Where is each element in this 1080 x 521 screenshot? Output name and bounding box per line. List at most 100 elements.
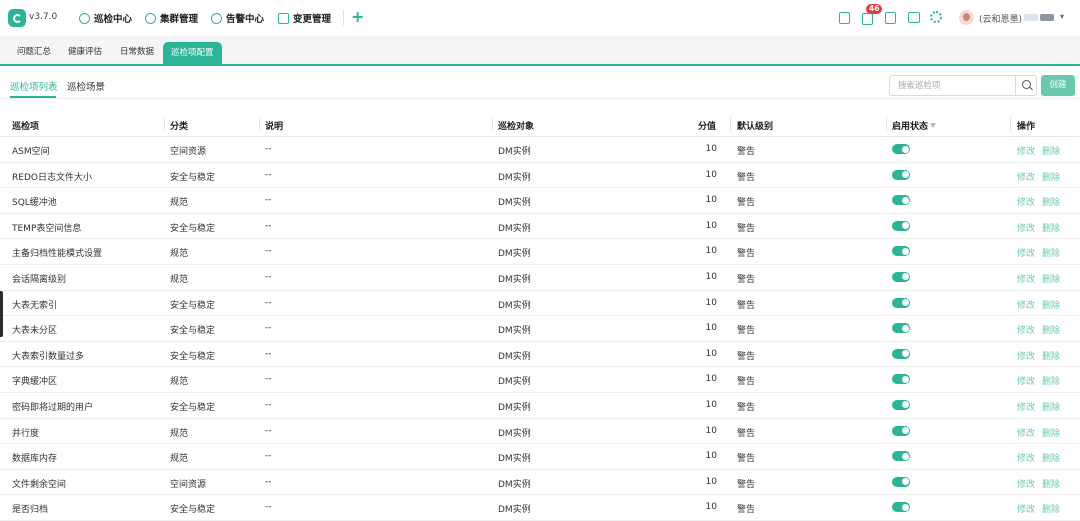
delete-link[interactable]: 删除 <box>1042 195 1060 208</box>
cell-level: 警告 <box>737 300 756 311</box>
edit-link[interactable]: 修改 <box>1017 170 1035 183</box>
enable-toggle[interactable] <box>892 169 910 180</box>
table-row: 会话隔离级别 规范 -- DM实例 10 警告 修改 删除 <box>0 265 1080 291</box>
cell-target: DM实例 <box>498 402 531 413</box>
enable-toggle[interactable] <box>892 502 910 513</box>
nav-label: 集群管理 <box>160 14 199 25</box>
gear-icon[interactable] <box>930 11 942 23</box>
delete-link[interactable]: 删除 <box>1042 323 1060 336</box>
edit-link[interactable]: 修改 <box>1017 349 1035 362</box>
tab-inspection-config[interactable]: 巡检项配置 <box>163 42 222 64</box>
side-drawer-handle[interactable] <box>0 291 3 337</box>
enable-toggle[interactable] <box>892 246 910 257</box>
edit-link[interactable]: 修改 <box>1017 195 1035 208</box>
table-row: ASM空间 空间资源 -- DM实例 10 警告 修改 删除 <box>0 137 1080 163</box>
edit-link[interactable]: 修改 <box>1017 298 1035 311</box>
monitor-icon[interactable] <box>908 12 920 23</box>
enable-toggle[interactable] <box>892 348 910 359</box>
cell-target: DM实例 <box>498 300 531 311</box>
edit-link[interactable]: 修改 <box>1017 374 1035 387</box>
create-button[interactable]: 创建 <box>1041 75 1075 96</box>
cell-target: DM实例 <box>498 454 531 465</box>
delete-link[interactable]: 删除 <box>1042 298 1060 311</box>
search-icon[interactable] <box>1015 76 1036 95</box>
col-header-item: 巡检项 <box>12 122 40 132</box>
search-input[interactable] <box>890 76 1016 95</box>
edit-link[interactable]: 修改 <box>1017 144 1035 157</box>
edit-link[interactable]: 修改 <box>1017 272 1035 285</box>
enable-toggle[interactable] <box>892 323 910 334</box>
delete-link[interactable]: 删除 <box>1042 374 1060 387</box>
enable-toggle[interactable] <box>892 297 910 308</box>
nav-inspection-center[interactable]: 巡检中心 <box>79 9 132 27</box>
cell-category: 安全与稳定 <box>170 223 216 234</box>
delete-link[interactable]: 删除 <box>1042 349 1060 362</box>
app-version: v3.7.0 <box>29 12 58 22</box>
edit-link[interactable]: 修改 <box>1017 451 1035 464</box>
delete-link[interactable]: 删除 <box>1042 451 1060 464</box>
delete-link[interactable]: 删除 <box>1042 477 1060 490</box>
alert-icon <box>211 12 222 24</box>
enable-toggle[interactable] <box>892 195 910 206</box>
add-nav-button[interactable]: + <box>351 7 364 27</box>
document-icon[interactable] <box>839 12 850 24</box>
cell-description: -- <box>265 169 272 180</box>
col-header-target: 巡检对象 <box>498 122 535 132</box>
user-name[interactable]: (云和恩墨) <box>979 12 1022 25</box>
app-logo-icon[interactable] <box>8 9 26 27</box>
col-header-category: 分类 <box>170 122 189 132</box>
delete-link[interactable]: 删除 <box>1042 221 1060 234</box>
delete-link[interactable]: 删除 <box>1042 272 1060 285</box>
cell-description: -- <box>265 399 272 410</box>
enable-toggle[interactable] <box>892 476 910 487</box>
table-row: TEMP表空间信息 安全与稳定 -- DM实例 10 警告 修改 删除 <box>0 214 1080 240</box>
edit-link[interactable]: 修改 <box>1017 323 1035 336</box>
avatar[interactable] <box>959 10 974 25</box>
enable-toggle[interactable] <box>892 451 910 462</box>
enable-toggle[interactable] <box>892 144 910 154</box>
delete-link[interactable]: 删除 <box>1042 246 1060 259</box>
cell-category: 规范 <box>170 428 189 439</box>
delete-link[interactable]: 删除 <box>1042 502 1060 515</box>
delete-link[interactable]: 删除 <box>1042 426 1060 439</box>
tab-inspection-list[interactable]: 巡检项列表 <box>10 79 58 93</box>
chevron-down-icon[interactable]: ▾ <box>1060 12 1064 21</box>
edit-link[interactable]: 修改 <box>1017 246 1035 259</box>
enable-toggle[interactable] <box>892 271 910 282</box>
nav-cluster-management[interactable]: 集群管理 <box>145 9 198 27</box>
cell-item: 会话隔离级别 <box>12 274 67 285</box>
enable-toggle[interactable] <box>892 374 910 385</box>
cell-target: DM实例 <box>498 172 531 183</box>
tab-issue-summary[interactable]: 问题汇总 <box>17 44 51 62</box>
tab-inspection-scenes[interactable]: 巡检场景 <box>67 79 105 93</box>
enable-toggle[interactable] <box>892 425 910 436</box>
nav-alert-center[interactable]: 告警中心 <box>211 9 264 27</box>
tab-daily-data[interactable]: 日常数据 <box>120 44 154 62</box>
edit-link[interactable]: 修改 <box>1017 221 1035 234</box>
table-row: 主备归档性能模式设置 规范 -- DM实例 10 警告 修改 删除 <box>0 239 1080 265</box>
delete-link[interactable]: 删除 <box>1042 144 1060 157</box>
col-header-level: 默认级别 <box>737 122 774 132</box>
cell-level: 警告 <box>737 223 756 234</box>
edit-link[interactable]: 修改 <box>1017 400 1035 413</box>
cell-target: DM实例 <box>498 249 531 260</box>
edit-link[interactable]: 修改 <box>1017 477 1035 490</box>
clipboard-icon[interactable] <box>885 12 896 24</box>
edit-link[interactable]: 修改 <box>1017 426 1035 439</box>
cell-target: DM实例 <box>498 428 531 439</box>
table-row: 是否归档 安全与稳定 -- DM实例 10 警告 修改 删除 <box>0 495 1080 521</box>
col-header-status[interactable]: 启用状态 <box>892 119 937 132</box>
tab-health-assessment[interactable]: 健康评估 <box>68 44 102 62</box>
cell-category: 安全与稳定 <box>170 326 216 337</box>
notification-icon[interactable] <box>862 13 873 25</box>
nav-change-management[interactable]: 变更管理 <box>278 9 331 27</box>
sub-tab-bar: 问题汇总 健康评估 日常数据 巡检项配置 <box>0 36 1080 66</box>
edit-link[interactable]: 修改 <box>1017 502 1035 515</box>
cell-score: 10 <box>705 297 717 308</box>
delete-link[interactable]: 删除 <box>1042 170 1060 183</box>
enable-toggle[interactable] <box>892 220 910 231</box>
cell-item: ASM空间 <box>12 147 50 157</box>
delete-link[interactable]: 删除 <box>1042 400 1060 413</box>
filter-icon[interactable] <box>930 123 937 128</box>
enable-toggle[interactable] <box>892 399 910 410</box>
